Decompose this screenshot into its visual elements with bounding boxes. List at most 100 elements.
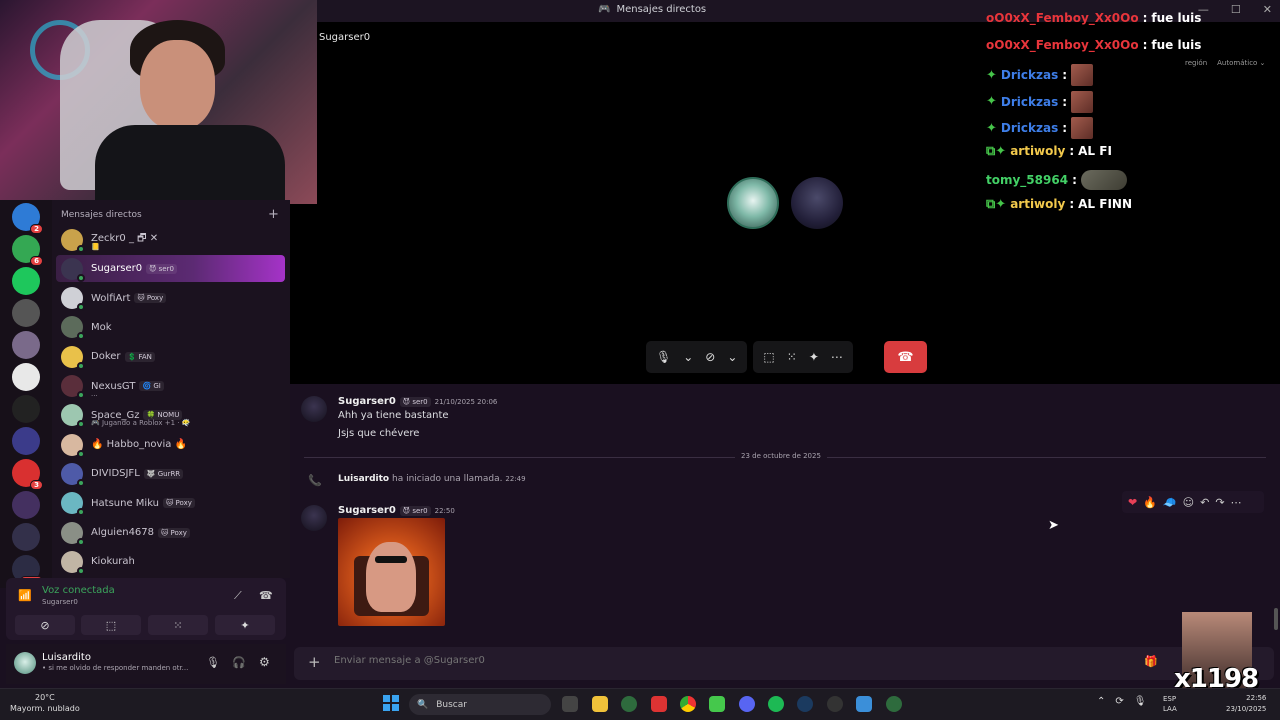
server-icon[interactable] [12,523,40,551]
start-button[interactable] [383,695,399,711]
call-participant-avatar[interactable] [791,177,843,229]
new-dm-button[interactable]: + [268,207,279,222]
dm-item[interactable]: WolfiArt 🐱 Poxy [56,285,285,312]
chat-emote [1071,64,1094,86]
server-icon[interactable]: 6 [12,235,43,266]
discord-icon[interactable] [739,696,755,712]
app-icon[interactable] [709,696,725,712]
image-attachment[interactable] [338,518,445,626]
dm-name: Mok [91,321,112,333]
call-participant-avatar[interactable] [727,177,779,229]
notepad-icon[interactable] [856,696,872,712]
microphone-icon[interactable]: 🎙 [1134,696,1147,707]
dm-item[interactable]: Mok [56,314,285,341]
heart-reaction-icon[interactable]: ❤ [1128,496,1137,509]
task-view-icon[interactable] [562,696,578,712]
message-author[interactable]: Sugarser0 😈 ser0 21/10/2025 20:06 [338,396,497,407]
region-selector[interactable]: región Automático ⌄ [1185,59,1265,67]
add-reaction-icon[interactable]: ☺ [1183,496,1194,509]
server-icon[interactable] [12,427,40,455]
server-icon[interactable] [12,331,40,359]
dm-item[interactable]: Hatsune Miku 🐱 Poxy [56,490,285,517]
dm-item[interactable]: DIVIDSJFL 🐺 GurRR [56,460,285,487]
server-icon[interactable] [12,299,40,327]
screen-share-button[interactable]: ⬚ [81,615,141,635]
cap-reaction-icon[interactable]: 🧢 [1163,496,1177,509]
dm-tag: 🐱 Poxy [158,527,190,538]
spotify-icon[interactable] [768,696,784,712]
dm-name: Doker [91,351,121,363]
dm-item[interactable]: NexusGT 🌀 GI... [56,373,285,400]
maximize-button[interactable]: ☐ [1231,3,1241,16]
activities-button[interactable]: ⁙ [148,615,208,635]
file-explorer-icon[interactable] [592,696,608,712]
chevron-down-icon[interactable]: ⌄ [727,350,737,364]
avatar[interactable] [301,396,327,422]
avatar[interactable] [301,505,327,531]
server-icon[interactable]: 3 [12,459,43,490]
username[interactable]: Luisardito [42,652,91,663]
gear-icon[interactable]: ⚙ [259,655,270,669]
noise-suppression-icon[interactable]: ⟋ [234,589,242,603]
server-icon[interactable] [12,267,40,295]
call-controls: 🎙 ⌄ ⊘ ⌄ ⬚ ⁙ ✦ ⋯ [646,341,853,373]
clock[interactable]: 22:56 23/10/2025 [1226,693,1266,715]
dm-name: WolfiArt [91,292,131,304]
soundboard-button[interactable]: ✦ [215,615,275,635]
hangup-button[interactable]: ☎ [884,341,927,373]
soundboard-icon[interactable]: ✦ [809,350,819,364]
fire-reaction-icon[interactable]: 🔥 [1143,496,1157,509]
avatar [61,228,85,253]
language-indicator[interactable]: ESP LAA [1163,694,1177,714]
activities-icon[interactable]: ⁙ [787,350,797,364]
app-icon[interactable] [621,696,637,712]
call-event-author[interactable]: Luisardito [338,474,389,484]
headphones-icon[interactable]: 🎧 [232,656,246,669]
server-icon[interactable] [12,491,40,519]
scrollbar[interactable] [1274,608,1278,630]
chat-separator: : [1142,37,1148,52]
reply-icon[interactable]: ↶ [1200,496,1209,509]
taskbar-search[interactable]: 🔍 Buscar [409,694,551,715]
camera-off-icon[interactable]: ⊘ [705,350,715,364]
server-icon[interactable] [12,363,40,391]
obs-icon[interactable] [827,696,843,712]
chevron-down-icon[interactable]: ⌄ [683,350,693,364]
avatar [61,492,85,517]
message-input[interactable] [334,655,934,666]
presence-dot [77,332,85,341]
dm-item[interactable]: Sugarser0 😈 ser0 [56,255,285,283]
voice-channel[interactable]: Sugarser0 [42,598,78,606]
weather-widget[interactable]: 20°C Mayorm. nublado [10,692,80,714]
disconnect-icon[interactable]: ☎ [259,589,273,602]
attach-button[interactable]: + [308,653,321,671]
microphone-icon[interactable]: 🎙 [656,350,671,364]
app-icon[interactable] [886,696,902,712]
region-value[interactable]: Automático ⌄ [1217,59,1265,67]
camera-button[interactable]: ⊘ [15,615,75,635]
dm-item[interactable]: Space_Gz 🍀 NOMU 🎮 Jugando a Roblox +1 · 😶‍… [56,402,285,429]
dm-item[interactable]: Alguien4678 🐱 Poxy [56,519,285,546]
screen-share-icon[interactable]: ⬚ [763,350,774,364]
server-icon[interactable]: 2 [12,203,43,234]
network-icon[interactable]: ⟳ [1115,696,1123,707]
dm-item[interactable]: Zeckr0 _ 🗗 ✕ 📒 [56,226,285,253]
dm-item[interactable]: Kiokurah [56,548,285,575]
voice-status[interactable]: Voz conectada [42,585,115,596]
forward-icon[interactable]: ↷ [1215,496,1224,509]
close-button[interactable]: ✕ [1263,3,1272,16]
microphone-icon[interactable]: 🎙 [206,656,220,669]
avatar[interactable] [14,652,36,674]
steam-icon[interactable] [797,696,813,712]
more-icon[interactable]: ⋯ [1231,496,1242,509]
gift-icon[interactable]: 🎁 [1144,655,1158,668]
app-icon[interactable] [651,696,667,712]
more-icon[interactable]: ⋯ [831,350,843,364]
chevron-up-icon[interactable]: ⌃ [1097,696,1105,707]
discord-icon: 🎮 [598,4,611,15]
server-icon[interactable] [12,395,40,423]
chrome-icon[interactable] [680,696,696,712]
dm-item[interactable]: Doker 💲 FAN [56,343,285,370]
message-author[interactable]: Sugarser0 😈 ser0 22:50 [338,505,455,516]
dm-item[interactable]: 🔥 Habbo_novia 🔥 [56,431,285,458]
